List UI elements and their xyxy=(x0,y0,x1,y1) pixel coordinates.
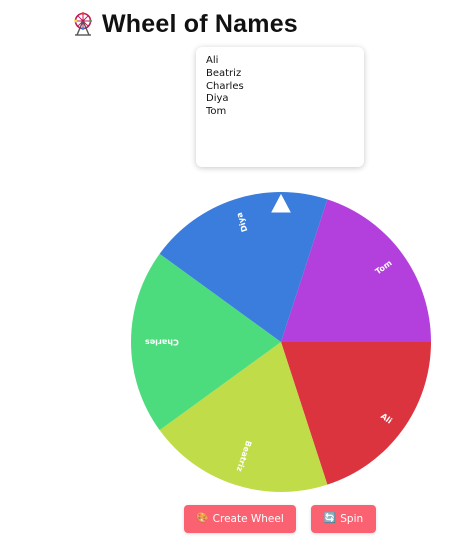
name-entry: Tom xyxy=(206,106,227,118)
names-textarea[interactable]: Ali Beatriz Charles Diya Tom xyxy=(196,47,364,167)
page-title: Wheel of Names xyxy=(102,9,298,38)
create-wheel-label: Create Wheel xyxy=(212,513,284,525)
palette-icon: 🎨 xyxy=(196,513,209,524)
create-wheel-button[interactable]: 🎨 Create Wheel xyxy=(184,505,296,533)
wheel-segment-label: Charles xyxy=(145,338,179,347)
wheel[interactable]: Tom Ali Beatriz Charles Diya xyxy=(130,190,434,494)
header: Wheel of Names xyxy=(72,8,298,40)
wheel-canvas[interactable]: TomAliBeatrizCharlesDiya xyxy=(130,190,434,494)
ferris-wheel-icon xyxy=(74,12,92,36)
name-entry: Beatriz xyxy=(206,67,242,79)
name-entry: Diya xyxy=(206,93,229,105)
spin-label: Spin xyxy=(340,513,364,525)
app-page: Wheel of Names Ali Beatriz Charles Diya … xyxy=(0,0,474,556)
name-entry: Charles xyxy=(206,80,244,92)
spin-button[interactable]: 🔄 Spin xyxy=(311,505,376,533)
name-entry: Ali xyxy=(206,55,219,66)
refresh-icon: 🔄 xyxy=(323,513,337,524)
